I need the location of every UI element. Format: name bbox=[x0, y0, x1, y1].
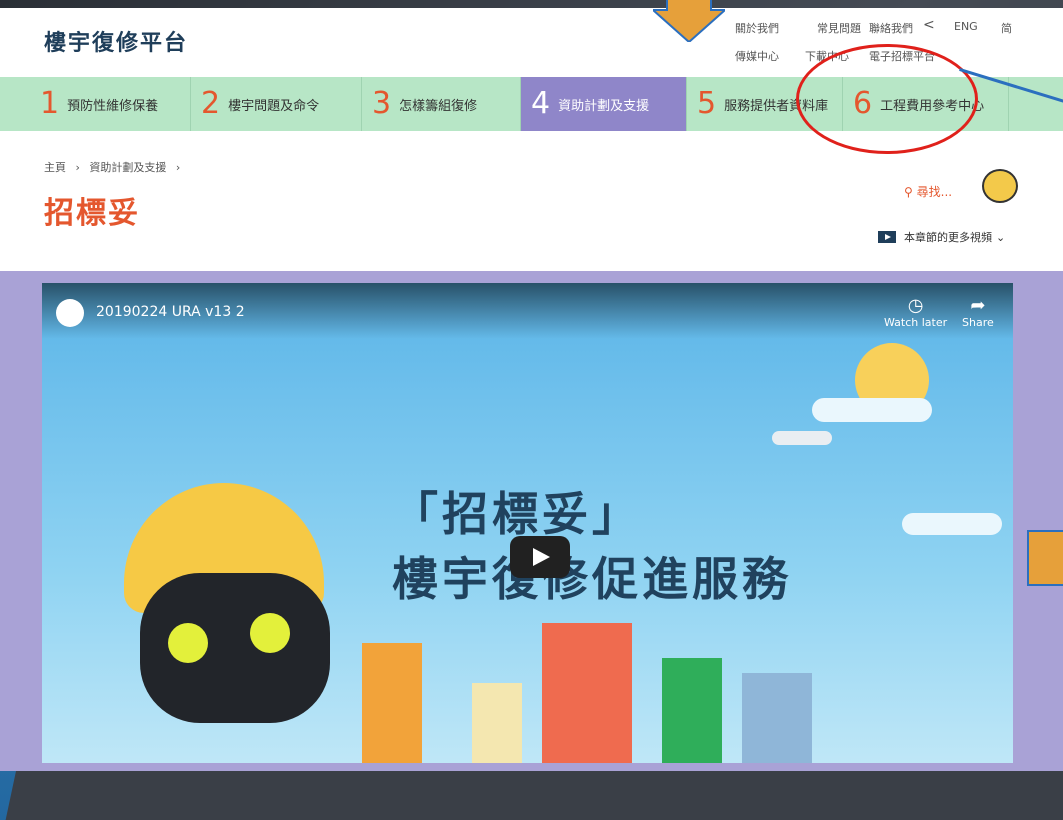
share-label: Share bbox=[962, 316, 994, 329]
mascot-avatar bbox=[982, 169, 1018, 203]
cloud-illustration bbox=[812, 398, 932, 422]
annotation-box bbox=[1027, 530, 1063, 586]
nav-number: 3 bbox=[372, 86, 392, 121]
nav-label: 預防性維修保養 bbox=[67, 98, 159, 114]
nav-number: 2 bbox=[201, 86, 221, 121]
clock-icon: ◷ bbox=[907, 295, 924, 316]
page-title: 招標妥 bbox=[44, 196, 140, 231]
annotation-circle bbox=[796, 44, 978, 154]
nav-item-organise[interactable]: 3 怎樣籌組復修 bbox=[362, 77, 521, 131]
annotation-arrow-icon bbox=[653, 0, 725, 42]
watch-later-label: Watch later bbox=[884, 316, 948, 329]
breadcrumb-section[interactable]: 資助計劃及支援 bbox=[89, 161, 166, 174]
robot-eye bbox=[168, 623, 208, 663]
nav-item-subsidy[interactable]: 4 資助計劃及支援 bbox=[521, 77, 687, 131]
contact-link[interactable]: 聯絡我們 bbox=[869, 20, 913, 36]
cloud-illustration bbox=[902, 513, 1002, 535]
watch-later-button[interactable]: ◷ Watch later bbox=[884, 295, 947, 329]
about-link[interactable]: 關於我們 bbox=[735, 20, 779, 36]
video-headline-line1: 「招標妥」 bbox=[392, 487, 642, 541]
building-illustration bbox=[472, 683, 522, 763]
breadcrumb-separator: › bbox=[75, 161, 80, 174]
video-headline-line2: 樓宇復修促進服務 bbox=[392, 552, 792, 606]
search-icon: ⚲ bbox=[904, 185, 913, 199]
nav-item-preventive[interactable]: 1 預防性維修保養 bbox=[0, 77, 191, 131]
nav-label: 樓宇問題及命令 bbox=[228, 98, 320, 114]
search-label: 尋找... bbox=[916, 185, 953, 199]
breadcrumb-home[interactable]: 主頁 bbox=[44, 161, 66, 174]
video-top-bar: 20190224 URA v13 2 ◷ Watch later ➦ Share bbox=[42, 283, 1013, 339]
play-icon bbox=[878, 231, 896, 243]
nav-label: 怎樣籌組復修 bbox=[399, 98, 478, 114]
share-icon[interactable]: < bbox=[923, 17, 935, 33]
building-illustration bbox=[542, 623, 632, 763]
share-arrow-icon: ➦ bbox=[970, 295, 986, 316]
plane-illustration bbox=[772, 431, 832, 445]
play-button[interactable] bbox=[510, 536, 570, 578]
more-videos-label: 本章節的更多視頻 bbox=[904, 231, 992, 244]
nav-number: 4 bbox=[531, 86, 551, 121]
building-illustration bbox=[742, 673, 812, 763]
media-link[interactable]: 傳媒中心 bbox=[735, 48, 779, 64]
building-illustration bbox=[362, 643, 422, 763]
video-title[interactable]: 20190224 URA v13 2 bbox=[96, 304, 245, 320]
building-illustration bbox=[662, 658, 722, 763]
video-player[interactable]: 「招標妥」 樓宇復修促進服務 20190224 URA v13 2 ◷ Watc… bbox=[42, 283, 1013, 763]
lang-en-link[interactable]: ENG bbox=[954, 20, 978, 33]
lang-sc-link[interactable]: 简 bbox=[1001, 20, 1012, 36]
search-button[interactable]: ⚲ 尋找... bbox=[904, 183, 952, 200]
channel-avatar[interactable] bbox=[56, 299, 84, 327]
nav-number: 5 bbox=[697, 86, 717, 121]
nav-label: 資助計劃及支援 bbox=[558, 98, 650, 114]
breadcrumb: 主頁 › 資助計劃及支援 › bbox=[44, 159, 186, 175]
share-button[interactable]: ➦ Share bbox=[962, 295, 994, 329]
robot-eye bbox=[250, 613, 290, 653]
more-videos-dropdown[interactable]: 本章節的更多視頻 ⌄ bbox=[878, 229, 1005, 245]
nav-number: 1 bbox=[40, 86, 60, 121]
nav-item-building-issues[interactable]: 2 樓宇問題及命令 bbox=[191, 77, 362, 131]
breadcrumb-separator: › bbox=[175, 161, 181, 174]
site-logo[interactable]: 樓宇復修平台 bbox=[44, 25, 188, 57]
faq-link[interactable]: 常見問題 bbox=[817, 20, 861, 36]
chevron-down-icon: ⌄ bbox=[996, 230, 1006, 244]
robot-face-illustration bbox=[140, 573, 330, 723]
